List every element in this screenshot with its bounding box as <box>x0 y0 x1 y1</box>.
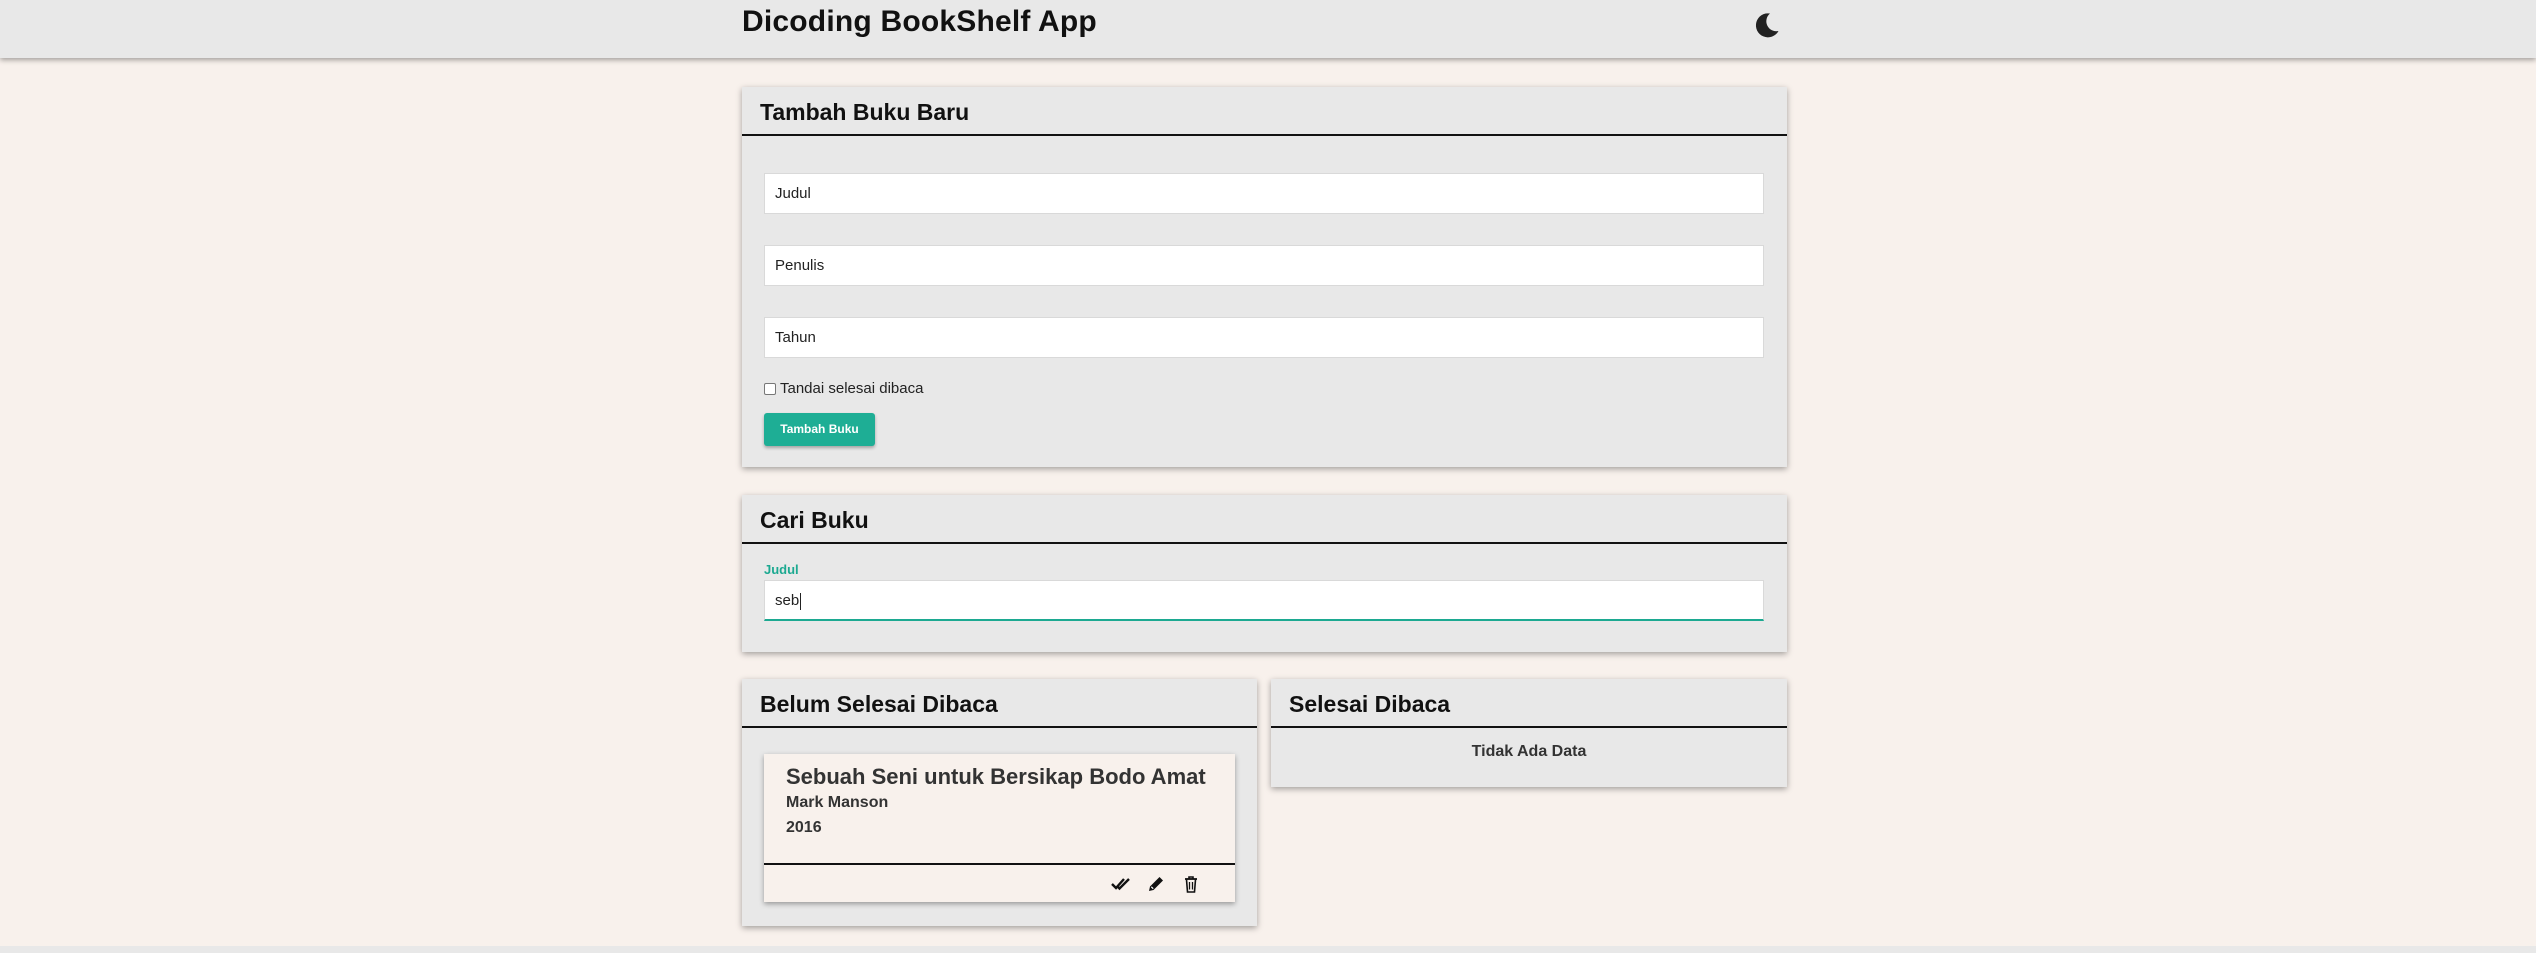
pencil-icon[interactable] <box>1146 874 1166 894</box>
unread-card: Belum Selesai Dibaca Sebuah Seni untuk B… <box>742 679 1257 926</box>
unread-title: Belum Selesai Dibaca <box>760 691 998 717</box>
book-item: Sebuah Seni untuk Bersikap Bodo Amat Mar… <box>764 754 1235 902</box>
add-book-title: Tambah Buku Baru <box>760 99 970 125</box>
trash-icon[interactable] <box>1181 874 1201 894</box>
text-caret <box>800 592 802 610</box>
author-input[interactable]: Penulis <box>764 245 1764 286</box>
add-book-button[interactable]: Tambah Buku <box>764 413 875 446</box>
moon-icon[interactable] <box>1751 9 1783 41</box>
search-header: Cari Buku <box>742 495 1787 544</box>
read-title: Selesai Dibaca <box>1289 691 1451 717</box>
double-check-icon[interactable] <box>1111 874 1131 894</box>
search-card: Cari Buku Judul seb <box>742 495 1787 652</box>
read-checkbox[interactable] <box>764 382 776 395</box>
app-title: Dicoding BookShelf App <box>742 5 1097 38</box>
read-checkbox-label: Tandai selesai dibaca <box>780 380 924 397</box>
add-book-header: Tambah Buku Baru <box>742 87 1787 136</box>
empty-state-text: Tidak Ada Data <box>1471 743 1587 760</box>
book-author: Mark Manson <box>786 794 889 811</box>
unread-header: Belum Selesai Dibaca <box>742 679 1257 728</box>
book-actions <box>764 863 1235 902</box>
search-input[interactable]: seb <box>764 580 1764 621</box>
book-title: Sebuah Seni untuk Bersikap Bodo Amat <box>786 764 1206 789</box>
read-card: Selesai Dibaca Tidak Ada Data <box>1271 679 1787 787</box>
search-input-value: seb <box>775 592 800 609</box>
app-bar: Dicoding BookShelf App <box>0 0 2536 58</box>
add-book-card: Tambah Buku Baru Judul Penulis Tahun Tan… <box>742 87 1787 467</box>
title-input[interactable]: Judul <box>764 173 1764 214</box>
footer-strip <box>0 946 2536 953</box>
year-input[interactable]: Tahun <box>764 317 1764 358</box>
read-checkbox-row: Tandai selesai dibaca <box>764 380 923 397</box>
search-field-label: Judul <box>764 562 799 577</box>
search-title: Cari Buku <box>760 507 869 533</box>
read-header: Selesai Dibaca <box>1271 679 1787 728</box>
book-year: 2016 <box>786 819 822 836</box>
